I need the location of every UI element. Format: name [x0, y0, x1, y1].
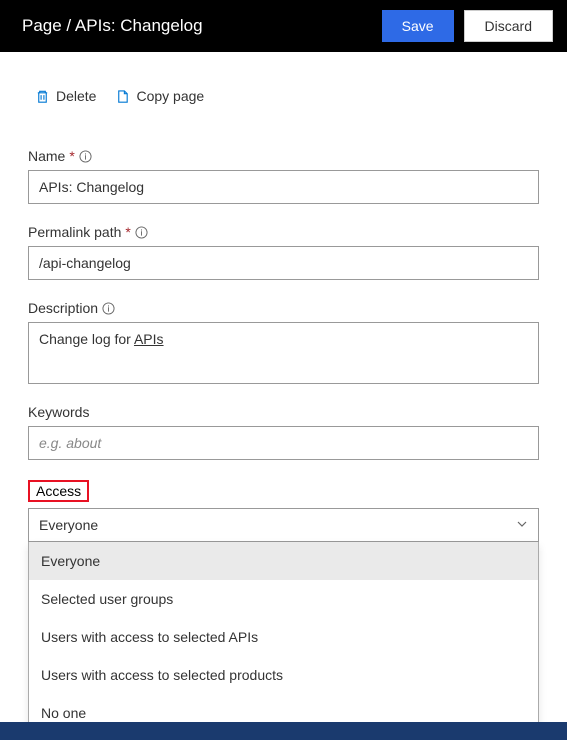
copy-icon — [114, 88, 130, 104]
access-option-selected-apis[interactable]: Users with access to selected APIs — [29, 618, 538, 656]
access-option-selected-products[interactable]: Users with access to selected products — [29, 656, 538, 694]
description-textarea[interactable]: Change log for APIs — [28, 322, 539, 384]
permalink-field-group: Permalink path * — [28, 224, 539, 280]
action-bar: Delete Copy page — [28, 88, 539, 104]
required-indicator: * — [69, 148, 74, 164]
access-option-everyone[interactable]: Everyone — [29, 542, 538, 580]
trash-icon — [34, 88, 50, 104]
name-label: Name * — [28, 148, 539, 164]
access-label-wrapper: Access — [28, 480, 539, 508]
copy-page-action[interactable]: Copy page — [114, 88, 204, 104]
page-title: Page / APIs: Changelog — [22, 16, 203, 36]
description-label: Description — [28, 300, 539, 316]
footer-bar — [0, 722, 567, 740]
access-label: Access — [28, 480, 89, 502]
content-area: Delete Copy page Name * — [0, 52, 567, 733]
delete-label: Delete — [56, 88, 96, 104]
access-option-selected-groups[interactable]: Selected user groups — [29, 580, 538, 618]
chevron-down-icon — [516, 517, 528, 533]
save-button[interactable]: Save — [382, 10, 454, 42]
keywords-label: Keywords — [28, 404, 539, 420]
description-field-group: Description Change log for APIs — [28, 300, 539, 384]
name-input[interactable] — [28, 170, 539, 204]
keywords-field-group: Keywords — [28, 404, 539, 460]
info-icon[interactable] — [79, 150, 92, 163]
info-icon[interactable] — [135, 226, 148, 239]
copy-label: Copy page — [136, 88, 204, 104]
access-field-group: Access Everyone Everyone Selected user g… — [28, 480, 539, 733]
header-buttons: Save Discard — [382, 10, 553, 42]
access-dropdown[interactable]: Everyone — [28, 508, 539, 542]
permalink-input[interactable] — [28, 246, 539, 280]
name-field-group: Name * — [28, 148, 539, 204]
access-selected-value: Everyone — [39, 517, 98, 533]
delete-action[interactable]: Delete — [34, 88, 96, 104]
info-icon[interactable] — [102, 302, 115, 315]
required-indicator: * — [125, 224, 130, 240]
discard-button[interactable]: Discard — [464, 10, 553, 42]
permalink-label: Permalink path * — [28, 224, 539, 240]
page-header: Page / APIs: Changelog Save Discard — [0, 0, 567, 52]
keywords-input[interactable] — [28, 426, 539, 460]
access-dropdown-options: Everyone Selected user groups Users with… — [28, 542, 539, 733]
